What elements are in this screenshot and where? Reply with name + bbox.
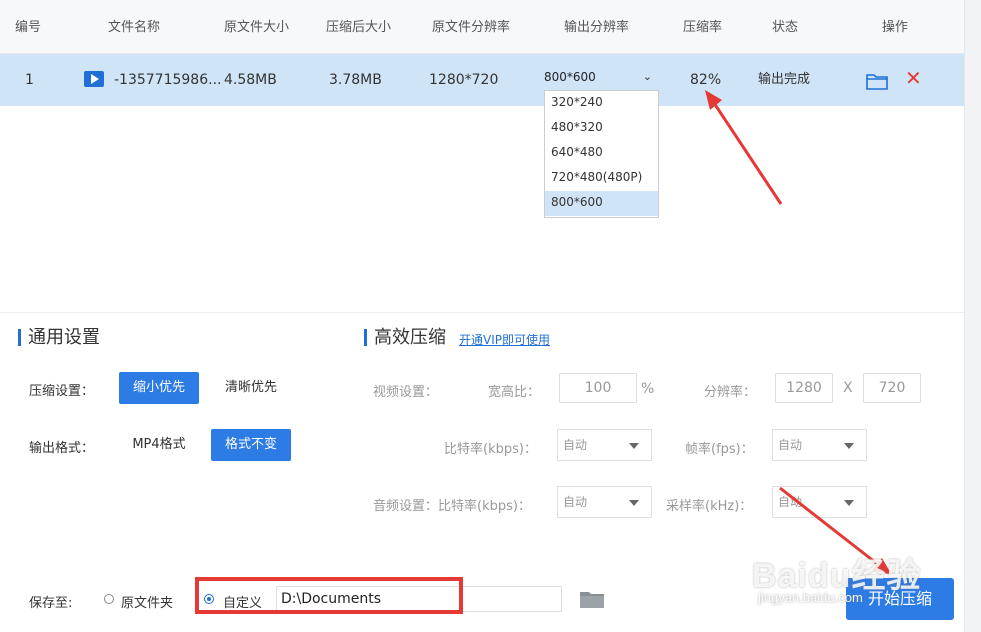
caret-down-icon xyxy=(844,443,854,449)
save-to-label: 保存至: xyxy=(29,596,73,611)
caret-down-icon xyxy=(629,500,639,506)
row-compressed-size: 3.78MB xyxy=(329,72,382,88)
audio-bitrate-label: 音频设置：比特率(kbps)： xyxy=(373,499,531,514)
col-compressed-size-header: 压缩后大小 xyxy=(326,20,392,35)
delete-icon[interactable]: ✕ xyxy=(905,68,922,88)
col-ratio-header: 压缩率 xyxy=(683,20,723,35)
radio-original-folder[interactable] xyxy=(104,594,114,604)
keep-format-button[interactable]: 格式不变 xyxy=(211,429,291,461)
caret-down-icon xyxy=(844,500,854,506)
resolution-option[interactable]: 480*320 xyxy=(545,116,658,141)
sample-rate-label: 采样率(kHz)： xyxy=(666,499,753,514)
row-original-resolution: 1280*720 xyxy=(429,72,499,88)
general-settings-title: 通用设置 xyxy=(18,326,100,350)
percent-unit: % xyxy=(641,381,655,397)
open-folder-icon[interactable] xyxy=(866,72,888,90)
original-folder-label: 原文件夹 xyxy=(121,596,174,611)
resolution-option[interactable]: 320*240 xyxy=(545,91,658,116)
resolution-option[interactable]: 640*480 xyxy=(545,141,658,166)
aspect-ratio-label: 宽高比： xyxy=(488,385,541,400)
row-compression-ratio: 82% xyxy=(690,72,722,88)
col-filename-header: 文件名称 xyxy=(108,20,161,35)
audio-bitrate-value: 自动 xyxy=(563,495,588,509)
col-original-size-header: 原文件大小 xyxy=(224,20,290,35)
sample-rate-select[interactable]: 自动 xyxy=(772,486,867,518)
resolution-option[interactable]: 720*480(480P) xyxy=(545,166,658,191)
output-resolution-select[interactable]: 800*600 ⌄ xyxy=(544,64,658,90)
scrollbar[interactable] xyxy=(964,0,981,632)
sample-rate-value: 自动 xyxy=(778,495,803,509)
resolution-option-selected[interactable]: 800*600 xyxy=(545,191,658,216)
output-resolution-value: 800*600 xyxy=(544,70,596,84)
row-status: 输出完成 xyxy=(758,72,811,87)
resolution-dropdown[interactable]: 320*240 480*320 640*480 720*480(480P) 80… xyxy=(544,90,659,218)
chevron-down-icon: ⌄ xyxy=(642,70,652,83)
vip-link[interactable]: 开通VIP即可使用 xyxy=(459,331,550,348)
clarity-priority-button[interactable]: 清晰优先 xyxy=(211,372,291,404)
mp4-format-button[interactable]: MP4格式 xyxy=(119,429,199,461)
browse-folder-icon[interactable] xyxy=(580,590,604,608)
video-settings-label: 视频设置： xyxy=(373,385,439,400)
section-divider xyxy=(0,312,964,313)
output-format-label: 输出格式： xyxy=(29,441,95,456)
audio-bitrate-select[interactable]: 自动 xyxy=(557,486,652,518)
col-index-header: 编号 xyxy=(15,20,42,35)
row-original-size: 4.58MB xyxy=(224,72,277,88)
col-original-res-header: 原文件分辨率 xyxy=(432,20,511,35)
fps-value: 自动 xyxy=(778,438,803,452)
watermark-url: jingyan.baidu.com xyxy=(758,590,863,605)
video-bitrate-value: 自动 xyxy=(563,438,588,452)
annotation-arrow-ratio xyxy=(710,99,783,205)
advanced-compress-title: 高效压缩 xyxy=(364,326,446,350)
col-actions-header: 操作 xyxy=(882,20,909,35)
table-row[interactable]: 1 -1357715986... 4.58MB 3.78MB 1280*720 … xyxy=(0,54,964,106)
times-sign: X xyxy=(843,380,853,396)
fps-select[interactable]: 自动 xyxy=(772,429,867,461)
table-header: 编号 文件名称 原文件大小 压缩后大小 原文件分辨率 输出分辨率 压缩率 状态 … xyxy=(0,0,964,54)
video-bitrate-label: 比特率(kbps)： xyxy=(444,442,537,457)
height-input[interactable]: 720 xyxy=(863,373,921,403)
row-index: 1 xyxy=(25,72,34,88)
video-bitrate-select[interactable]: 自动 xyxy=(557,429,652,461)
caret-down-icon xyxy=(629,443,639,449)
col-status-header: 状态 xyxy=(772,20,799,35)
size-priority-button[interactable]: 缩小优先 xyxy=(119,372,199,404)
compress-setting-label: 压缩设置： xyxy=(29,384,95,399)
video-file-icon xyxy=(84,71,104,87)
width-input[interactable]: 1280 xyxy=(775,373,833,403)
annotation-highlight-box xyxy=(195,577,463,614)
resolution-label: 分辨率： xyxy=(704,385,757,400)
row-file-name: -1357715986... xyxy=(114,72,222,88)
aspect-ratio-input[interactable]: 100 xyxy=(559,373,637,403)
fps-label: 帧率(fps)： xyxy=(685,442,754,457)
col-output-res-header: 输出分辨率 xyxy=(564,20,630,35)
